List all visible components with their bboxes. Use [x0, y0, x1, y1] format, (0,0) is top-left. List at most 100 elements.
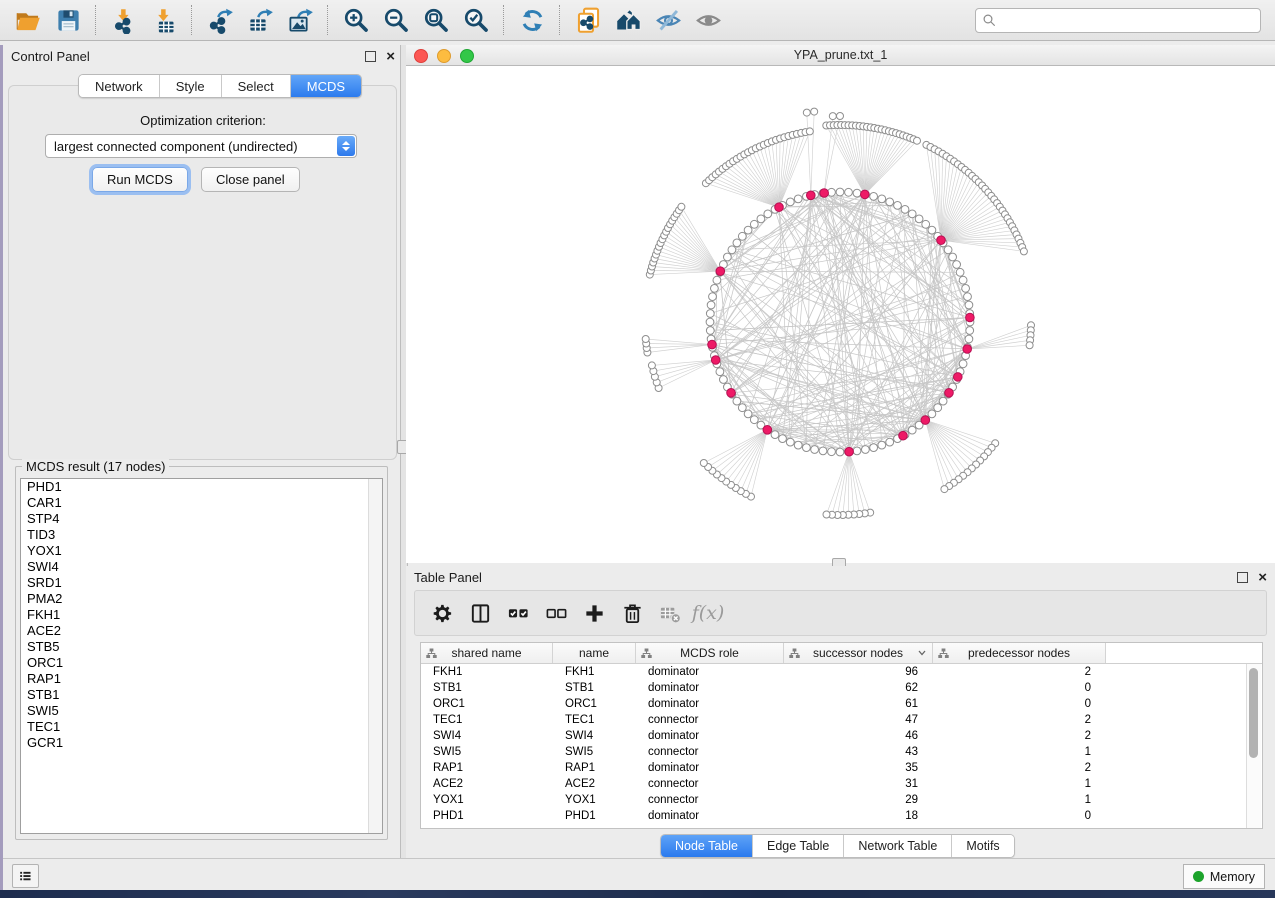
show-all-button[interactable] [688, 3, 728, 37]
tab-mcds[interactable]: MCDS [290, 75, 361, 97]
tab-style[interactable]: Style [159, 75, 221, 97]
tab-select[interactable]: Select [221, 75, 290, 97]
mcds-result-list[interactable]: PHD1CAR1STP4TID3YOX1SWI4SRD1PMA2FKH1ACE2… [20, 478, 383, 834]
graph-hub-node[interactable] [807, 191, 816, 200]
delete-table-button[interactable] [653, 595, 687, 631]
mcds-result-item[interactable]: SRD1 [21, 575, 382, 591]
table-options-button[interactable] [425, 595, 459, 631]
column-header-name[interactable]: name [553, 643, 636, 663]
graph-hub-node[interactable] [727, 389, 736, 398]
tab-motifs[interactable]: Motifs [951, 835, 1013, 857]
maximize-traffic-icon[interactable] [460, 49, 474, 63]
table-row[interactable]: SWI5SWI5connector431 [421, 744, 1262, 760]
mcds-list-scrollbar[interactable] [368, 479, 382, 833]
table-row[interactable]: FKH1FKH1dominator962 [421, 664, 1262, 680]
run-mcds-button[interactable]: Run MCDS [92, 167, 188, 192]
mcds-result-item[interactable]: SWI4 [21, 559, 382, 575]
graph-hub-node[interactable] [945, 389, 954, 398]
new-network-from-selection-button[interactable] [568, 3, 608, 37]
tab-network-table[interactable]: Network Table [843, 835, 951, 857]
mcds-result-item[interactable]: PHD1 [21, 479, 382, 495]
graph-hub-node[interactable] [711, 356, 720, 365]
network-canvas[interactable] [406, 66, 1275, 563]
table-scrollbar[interactable] [1246, 664, 1261, 828]
function-builder-button[interactable]: f(x) [691, 595, 725, 631]
column-header-successor-nodes[interactable]: successor nodes [784, 643, 933, 663]
search-box[interactable] [975, 8, 1261, 33]
mcds-result-item[interactable]: GCR1 [21, 735, 382, 751]
column-header-MCDS-role[interactable]: MCDS role [636, 643, 784, 663]
mcds-result-item[interactable]: TID3 [21, 527, 382, 543]
graph-hub-node[interactable] [899, 431, 908, 440]
float-window-icon[interactable] [365, 51, 376, 62]
mcds-result-item[interactable]: RAP1 [21, 671, 382, 687]
graph-hub-node[interactable] [763, 426, 772, 435]
mcds-result-item[interactable]: FKH1 [21, 607, 382, 623]
graph-hub-node[interactable] [963, 345, 972, 354]
tab-edge-table[interactable]: Edge Table [752, 835, 843, 857]
zoom-selected-button[interactable] [456, 3, 496, 37]
mcds-result-item[interactable]: STB1 [21, 687, 382, 703]
graph-hub-node[interactable] [861, 190, 870, 199]
minimize-traffic-icon[interactable] [437, 49, 451, 63]
import-table-button[interactable] [144, 3, 184, 37]
zoom-in-button[interactable] [336, 3, 376, 37]
export-network-button[interactable] [200, 3, 240, 37]
column-header-predecessor-nodes[interactable]: predecessor nodes [933, 643, 1106, 663]
table-row[interactable]: ORC1ORC1dominator610 [421, 696, 1262, 712]
graph-hub-node[interactable] [716, 267, 725, 276]
mcds-result-item[interactable]: ACE2 [21, 623, 382, 639]
mcds-result-item[interactable]: TEC1 [21, 719, 382, 735]
zoom-out-button[interactable] [376, 3, 416, 37]
table-row[interactable]: YOX1YOX1connector291 [421, 792, 1262, 808]
save-session-button[interactable] [48, 3, 88, 37]
table-row[interactable]: STB1STB1dominator620 [421, 680, 1262, 696]
graph-hub-node[interactable] [954, 373, 963, 382]
mcds-result-item[interactable]: STB5 [21, 639, 382, 655]
table-row[interactable]: ACE2ACE2connector311 [421, 776, 1262, 792]
graph-hub-node[interactable] [775, 203, 784, 212]
mcds-result-item[interactable]: PMA2 [21, 591, 382, 607]
open-file-button[interactable] [8, 3, 48, 37]
column-header-shared-name[interactable]: shared name [421, 643, 553, 663]
close-window-icon[interactable]: × [386, 52, 395, 61]
graph-hub-node[interactable] [845, 447, 854, 456]
memory-button[interactable]: Memory [1183, 864, 1265, 889]
close-traffic-icon[interactable] [414, 49, 428, 63]
first-neighbors-button[interactable] [608, 3, 648, 37]
task-history-button[interactable] [12, 864, 39, 888]
select-all-columns-button[interactable] [501, 595, 535, 631]
close-panel-button[interactable]: Close panel [201, 167, 300, 192]
graph-hub-node[interactable] [921, 416, 930, 425]
mcds-result-item[interactable]: CAR1 [21, 495, 382, 511]
export-table-button[interactable] [240, 3, 280, 37]
apply-layout-button[interactable] [512, 3, 552, 37]
tab-node-table[interactable]: Node Table [661, 835, 752, 857]
close-table-panel-icon[interactable]: × [1258, 573, 1267, 582]
table-scrollbar-thumb[interactable] [1249, 668, 1258, 758]
tab-network[interactable]: Network [79, 75, 159, 97]
unselect-all-columns-button[interactable] [539, 595, 573, 631]
table-row[interactable]: PHD1PHD1dominator180 [421, 808, 1262, 824]
import-network-button[interactable] [104, 3, 144, 37]
create-column-button[interactable] [577, 595, 611, 631]
mcds-result-item[interactable]: YOX1 [21, 543, 382, 559]
network-window-titlebar[interactable]: YPA_prune.txt_1 [406, 45, 1275, 66]
export-image-button[interactable] [280, 3, 320, 37]
search-input[interactable] [1001, 10, 1260, 31]
delete-column-button[interactable] [615, 595, 649, 631]
graph-hub-node[interactable] [966, 313, 975, 322]
optimization-criterion-select[interactable]: largest connected component (undirected) [45, 134, 357, 158]
mcds-result-item[interactable]: SWI5 [21, 703, 382, 719]
mcds-result-item[interactable]: ORC1 [21, 655, 382, 671]
float-table-panel-icon[interactable] [1237, 572, 1248, 583]
graph-hub-node[interactable] [937, 236, 946, 245]
graph-hub-node[interactable] [708, 340, 717, 349]
zoom-fit-button[interactable] [416, 3, 456, 37]
table-row[interactable]: RAP1RAP1dominator352 [421, 760, 1262, 776]
hide-selected-button[interactable] [648, 3, 688, 37]
graph-hub-node[interactable] [820, 189, 829, 198]
show-columns-button[interactable] [463, 595, 497, 631]
table-row[interactable]: SWI4SWI4dominator462 [421, 728, 1262, 744]
table-row[interactable]: TEC1TEC1connector472 [421, 712, 1262, 728]
